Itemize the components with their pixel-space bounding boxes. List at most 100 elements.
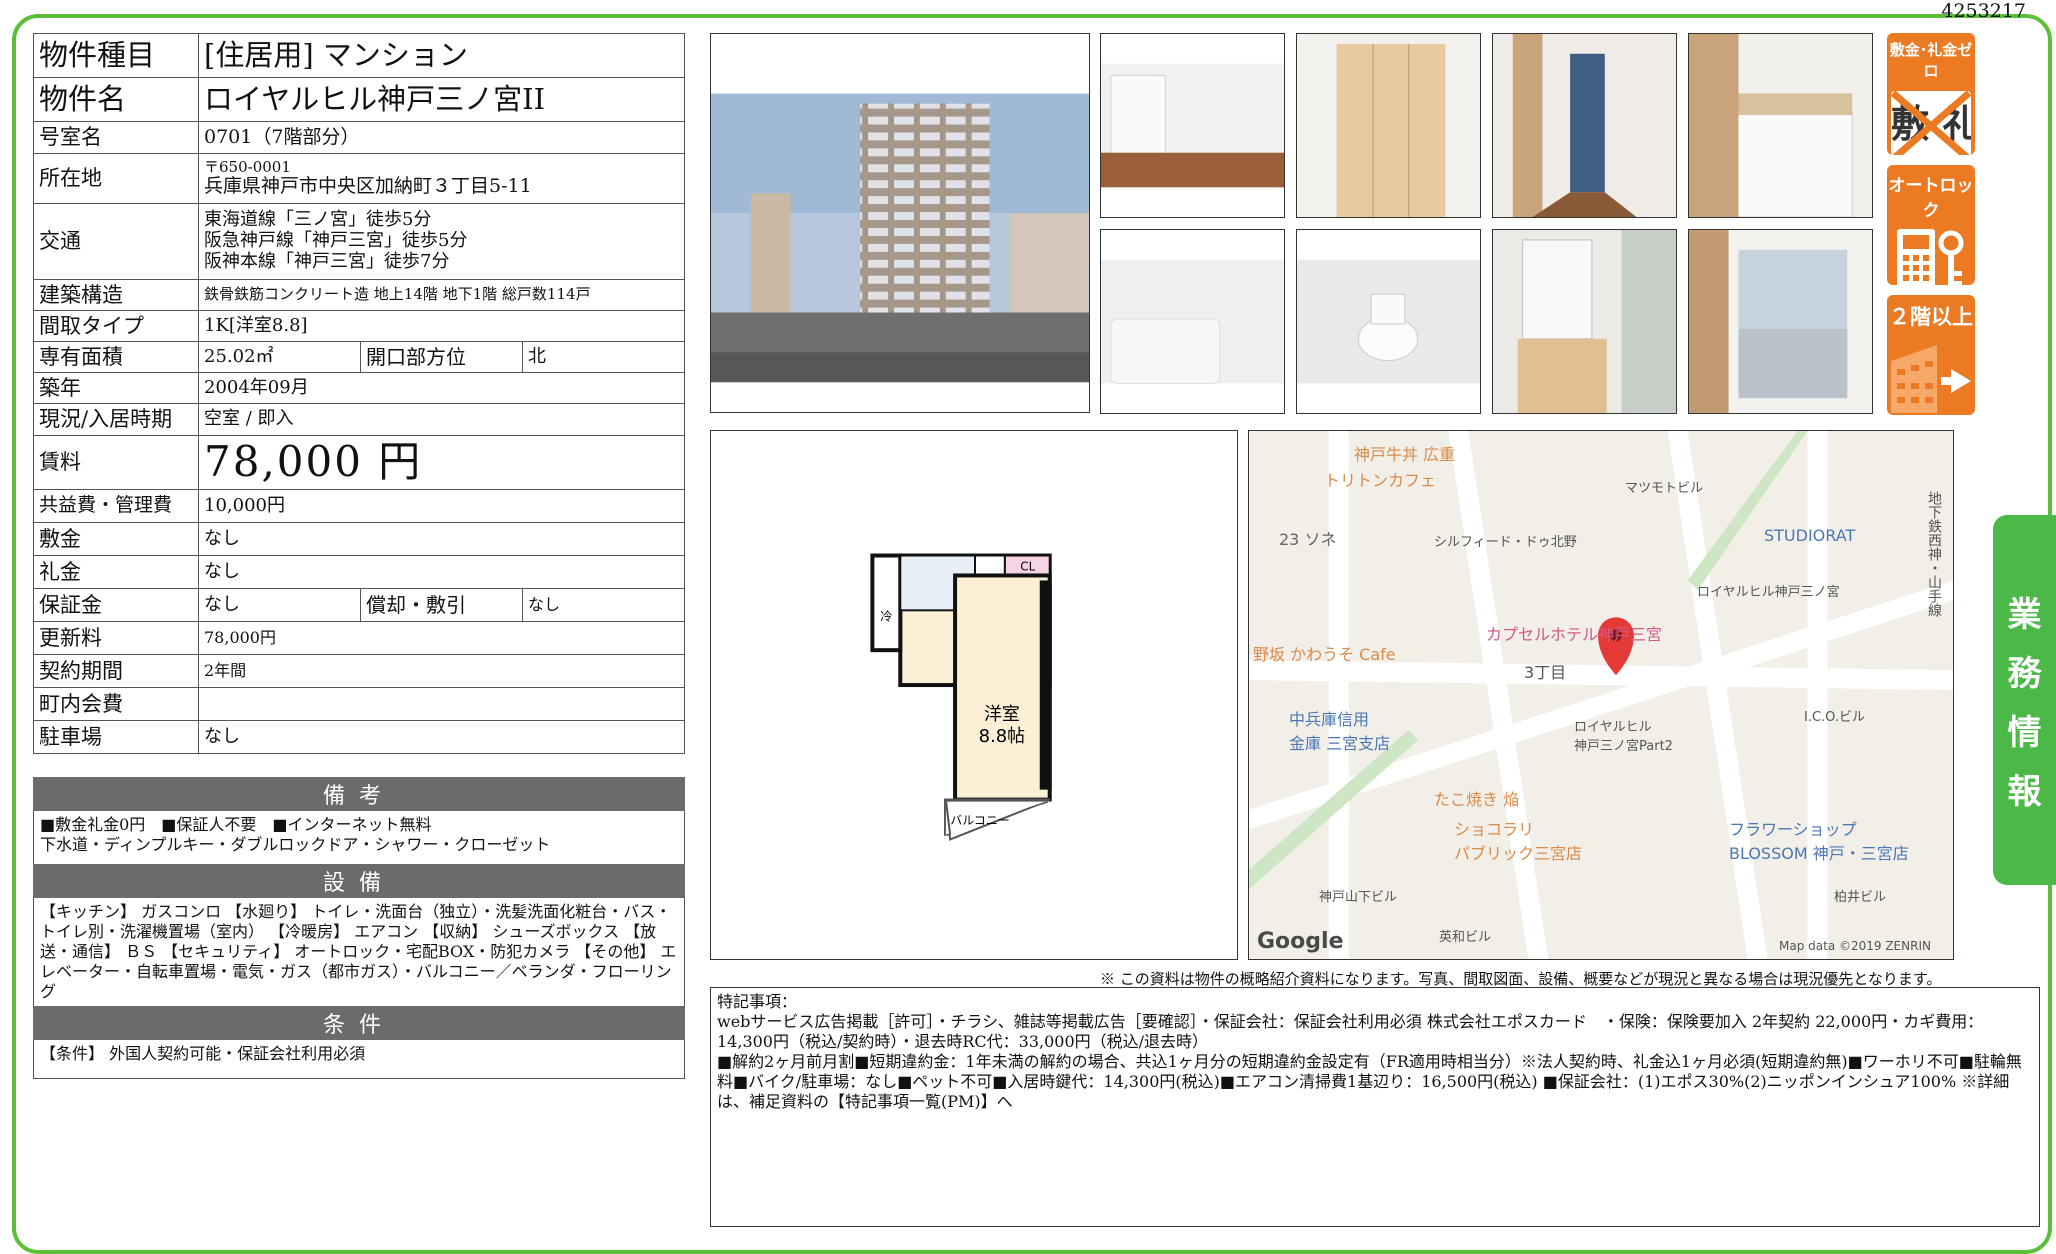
key-money-value: なし [198,555,685,589]
interior-photo-kitchen [1688,33,1873,218]
status-label: 現況/入居時期 [33,403,199,436]
conditions-body: 【条件】 外国人契約可能・保証会社利用必須 [33,1040,685,1079]
building-floor-icon [1891,345,1971,413]
room-value: 0701（7階部分） [198,121,685,154]
guarantee-value: なし [198,588,361,622]
special-notes-line: webサービス広告掲載［許可］・チラシ、雑誌等掲載広告［要確認］・保証会社：保証… [717,1012,1984,1051]
badge-zero-deposit-graphic: 敷 礼 [1887,85,1975,155]
interior-photo-hallway [1492,33,1677,218]
floor-plan-drawing: 洋室8.8帖バルコニー CL 冷 [870,553,1052,841]
map-label: 英和ビル [1439,930,1492,945]
access-line: 阪神本線「神戸三宮」徒歩7分 [204,250,450,272]
equipment-section: 設備 【キッチン】 ガスコンロ 【水廻り】 トイレ・洗面台（独立）・洗髪洗面化粧… [33,864,685,1011]
tab-char: 報 [2007,772,2042,812]
map-label: 中兵庫信用 金庫 三宮支店 [1289,710,1391,753]
interior-photo-washstand [1492,229,1677,414]
built-label: 築年 [33,372,199,404]
map-label: 神戸山下ビル [1319,890,1398,905]
interior-photo-window [1100,33,1285,218]
location-map[interactable]: 神戸牛丼 広重 トリトンカフェ 23 ソネ シルフィード・ドゥ北野 STUDIO… [1248,430,1954,960]
document-id: 4253217 [1941,0,2026,22]
map-label: ロイヤルヒル 神戸三ノ宮Part2 [1574,720,1673,754]
map-label: I.C.O.ビル [1804,710,1866,725]
renewal-value: 78,000円 [198,621,685,655]
term-value: 2年間 [198,654,685,688]
renewal-label: 更新料 [33,621,199,655]
cross-icon [1890,90,1972,155]
guarantee-label: 保証金 [33,588,199,622]
room-label: 号室名 [33,121,199,154]
map-graphic [1249,431,1953,959]
name-value: ロイヤルヒル神戸三ノ宮II [198,77,685,122]
map-label: STUDIORAT [1764,526,1856,545]
badge-second-floor-label: ２階以上 [1889,305,1973,329]
map-label: トリトンカフェ [1324,471,1437,490]
map-label: ショコラリ パブリック三宮店 [1454,820,1583,863]
map-label: たこ焼き 焔 [1434,790,1520,809]
intercom-key-icon [1897,229,1964,285]
name-label: 物件名 [33,77,199,122]
address-value: 兵庫県神戸市中央区加納町３丁目5-11 [204,175,532,198]
map-label: 野坂 かわうそ Cafe [1253,645,1396,664]
map-label: ロイヤルヒル神戸三ノ宮 [1697,585,1840,600]
remarks-line: 下水道・ディンプルキー・ダブルロックドア・シャワー・クローゼット [40,835,551,854]
address-cell: 〒650-0001 兵庫県神戸市中央区加納町３丁目5-11 [198,153,685,204]
interior-photo-closet [1296,33,1481,218]
map-label: 3丁目 [1524,663,1567,682]
structure-label: 建築構造 [33,279,199,311]
floor-plan-closet-label: CL [1020,559,1035,573]
map-label: カプセルホテル神戸三宮 [1486,625,1663,644]
amortization-label: 償却・敷引 [360,588,523,622]
map-label: フラワーショップ BLOSSOM 神戸・三宮店 [1729,820,1909,863]
deposit-label: 敷金 [33,522,199,556]
map-label: シルフィード・ドゥ北野 [1434,535,1577,550]
access-line: 東海道線「三ノ宮」徒歩5分 [204,209,432,231]
map-label: 地下鉄西神・山手線 [1926,491,1942,617]
tab-char: 務 [2007,654,2042,694]
key-money-label: 礼金 [33,555,199,589]
built-value: 2004年09月 [198,372,685,404]
town-fee-value [198,687,685,721]
structure-value: 鉄骨鉄筋コンクリート造 地上14階 地下1階 総戸数114戸 [198,279,685,311]
floor-plan-room-label: 洋室 [984,704,1020,725]
fee-label: 共益費・管理費 [33,489,199,523]
address-label: 所在地 [33,153,199,204]
equipment-body: 【キッチン】 ガスコンロ 【水廻り】 トイレ・洗面台（独立）・洗髪洗面化粧台・バ… [33,898,685,1011]
map-label: マツモトビル [1625,481,1704,496]
badge-auto-lock-label: オートロック [1888,176,1974,221]
fee-value: 10,000円 [198,489,685,523]
property-spec-table: 物件種目 [住居用] マンション 物件名 ロイヤルヒル神戸三ノ宮II 号室名 0701… [33,33,685,754]
parking-value: なし [198,720,685,754]
equipment-header: 設備 [33,864,685,898]
layout-label: 間取タイプ [33,310,199,342]
badge-second-floor: ２階以上 [1887,295,1975,415]
type-value: [住居用] マンション [198,33,685,78]
building-photo [710,33,1090,413]
status-value: 空室 / 即入 [198,403,685,436]
rent-label: 賃料 [33,435,199,490]
disclaimer: ※ この資料は物件の概略紹介資料になります。写真、間取図面、設備、概要などが現況… [1100,970,1942,988]
deposit-value: なし [198,522,685,556]
area-value: 25.02㎡ [198,341,361,373]
type-label: 物件種目 [33,33,199,78]
map-google-logo: Google [1257,929,1344,954]
remarks-header: 備考 [33,777,685,811]
floor-plan-balcony-label: バルコニー [950,814,1009,828]
rent-value: 78,000 円 [198,435,685,490]
access-cell: 東海道線「三ノ宮」徒歩5分 阪急神戸線「神戸三宮」徒歩5分 阪神本線「神戸三宮」徒歩… [198,203,685,280]
business-info-tab[interactable]: 業 務 情 報 [1993,515,2056,885]
conditions-section: 条件 【条件】 外国人契約可能・保証会社利用必須 [33,1006,685,1079]
access-label: 交通 [33,203,199,280]
map-label: 23 ソネ [1279,530,1337,549]
special-notes: 特記事項： webサービス広告掲載［許可］・チラシ、雑誌等掲載広告［要確認］・保… [710,987,2040,1227]
interior-photo-toilet [1296,229,1481,414]
map-label: 柏井ビル [1834,890,1887,905]
direction-value: 北 [522,341,685,373]
postal-code: 〒650-0001 [204,157,291,176]
special-notes-line: ■解約2ヶ月前月割■短期違約金：1年未満の解約の場合、共込1ヶ月分の短期違約金設… [717,1052,2022,1111]
interior-photo-bath [1100,229,1285,414]
interior-photo-balcony [1688,229,1873,414]
area-label: 専有面積 [33,341,199,373]
floor-plan-panel: 洋室 8.8帖 バルコニー CL 冷 [710,430,1238,960]
remarks-section: 備考 ■敷金礼金0円 ■保証人不要 ■インターネット無料 下水道・ディンプルキー… [33,777,685,876]
